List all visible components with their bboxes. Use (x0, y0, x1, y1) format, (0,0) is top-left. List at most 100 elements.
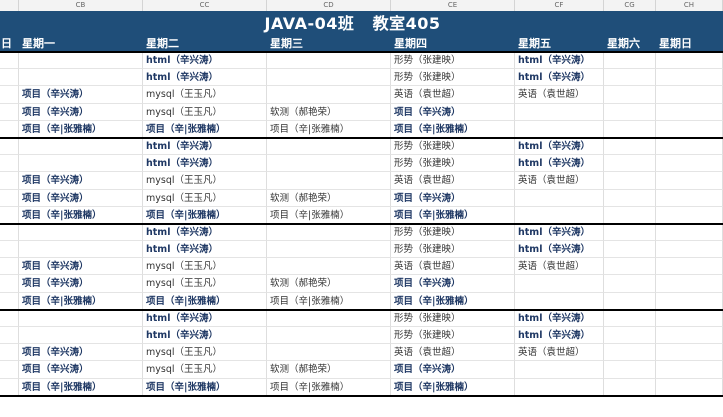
schedule-cell[interactable]: 项目（辛|张雅楠） (19, 378, 143, 396)
schedule-cell[interactable] (19, 241, 143, 259)
day-header-sunday-partial[interactable]: 日 (0, 36, 19, 52)
schedule-cell[interactable]: 项目（辛|张雅楠） (19, 292, 143, 310)
schedule-cell[interactable] (604, 344, 656, 362)
schedule-cell[interactable]: 软测（郝艳荣） (267, 189, 391, 207)
schedule-cell[interactable] (656, 309, 723, 327)
schedule-cell[interactable] (604, 292, 656, 310)
schedule-cell[interactable] (656, 327, 723, 345)
schedule-cell[interactable] (604, 378, 656, 396)
schedule-cell[interactable]: 项目（辛|张雅楠） (267, 120, 391, 138)
schedule-cell[interactable] (19, 223, 143, 242)
schedule-cell[interactable]: 英语（袁世超） (391, 258, 515, 276)
column-header-cf[interactable]: CF (515, 0, 604, 11)
schedule-cell[interactable]: 项目（辛兴涛） (391, 189, 515, 207)
schedule-cell[interactable]: 英语（袁世超） (515, 86, 604, 104)
schedule-cell[interactable] (604, 361, 656, 379)
schedule-cell[interactable]: html（辛兴涛） (515, 52, 604, 70)
schedule-cell[interactable]: 项目（辛|张雅楠） (267, 292, 391, 310)
schedule-cell[interactable] (267, 241, 391, 259)
schedule-cell[interactable]: 项目（辛兴涛） (19, 172, 143, 190)
day-header-thursday[interactable]: 星期四 (391, 36, 515, 52)
schedule-cell[interactable]: 项目（辛|张雅楠） (267, 378, 391, 396)
schedule-cell[interactable] (267, 86, 391, 104)
day-header-saturday[interactable]: 星期六 (604, 36, 656, 52)
schedule-cell[interactable] (267, 309, 391, 327)
schedule-cell[interactable]: 项目（辛兴涛） (19, 189, 143, 207)
schedule-cell[interactable]: mysql（王玉凡） (143, 361, 267, 379)
row-gutter-cell[interactable] (0, 309, 19, 327)
schedule-cell[interactable] (267, 155, 391, 173)
row-gutter-cell[interactable] (0, 189, 19, 207)
schedule-cell[interactable] (604, 275, 656, 293)
schedule-cell[interactable]: html（辛兴涛） (515, 69, 604, 87)
schedule-cell[interactable]: mysql（王玉凡） (143, 103, 267, 121)
schedule-cell[interactable] (656, 258, 723, 276)
schedule-cell[interactable]: 形势（张建映） (391, 155, 515, 173)
schedule-cell[interactable]: 项目（辛兴涛） (19, 361, 143, 379)
schedule-cell[interactable] (515, 275, 604, 293)
day-header-tuesday[interactable]: 星期二 (143, 36, 267, 52)
day-header-friday[interactable]: 星期五 (515, 36, 604, 52)
schedule-cell[interactable] (604, 206, 656, 224)
schedule-cell[interactable] (656, 378, 723, 396)
schedule-cell[interactable]: 英语（袁世超） (515, 172, 604, 190)
row-gutter-cell[interactable] (0, 206, 19, 224)
row-gutter-cell[interactable] (0, 103, 19, 121)
schedule-cell[interactable] (515, 206, 604, 224)
schedule-cell[interactable] (604, 223, 656, 242)
row-gutter-cell[interactable] (0, 275, 19, 293)
schedule-cell[interactable] (515, 103, 604, 121)
schedule-cell[interactable]: 项目（辛兴涛） (19, 86, 143, 104)
schedule-cell[interactable] (604, 103, 656, 121)
schedule-cell[interactable] (604, 155, 656, 173)
row-gutter-cell[interactable] (0, 86, 19, 104)
schedule-cell[interactable] (267, 52, 391, 70)
schedule-cell[interactable]: mysql（王玉凡） (143, 189, 267, 207)
schedule-cell[interactable] (604, 86, 656, 104)
row-gutter-cell[interactable] (0, 172, 19, 190)
schedule-cell[interactable] (604, 69, 656, 87)
schedule-cell[interactable]: 形势（张建映） (391, 241, 515, 259)
schedule-cell[interactable] (515, 378, 604, 396)
schedule-cell[interactable]: html（辛兴涛） (143, 241, 267, 259)
schedule-cell[interactable] (656, 361, 723, 379)
schedule-cell[interactable] (656, 86, 723, 104)
schedule-cell[interactable] (515, 120, 604, 138)
schedule-cell[interactable]: 项目（辛|张雅楠） (19, 206, 143, 224)
row-gutter-cell[interactable] (0, 258, 19, 276)
schedule-cell[interactable] (656, 52, 723, 70)
schedule-cell[interactable] (604, 137, 656, 156)
schedule-cell[interactable]: mysql（王玉凡） (143, 172, 267, 190)
schedule-cell[interactable]: html（辛兴涛） (143, 69, 267, 87)
schedule-cell[interactable]: html（辛兴涛） (515, 137, 604, 156)
schedule-cell[interactable] (267, 172, 391, 190)
column-header-cg[interactable]: CG (604, 0, 656, 11)
schedule-cell[interactable] (656, 292, 723, 310)
schedule-cell[interactable]: 项目（辛|张雅楠） (391, 378, 515, 396)
schedule-cell[interactable]: 项目（辛兴涛） (391, 275, 515, 293)
schedule-cell[interactable] (267, 137, 391, 156)
schedule-cell[interactable] (604, 327, 656, 345)
column-header-cc[interactable]: CC (143, 0, 267, 11)
schedule-cell[interactable] (515, 189, 604, 207)
schedule-cell[interactable] (604, 172, 656, 190)
schedule-cell[interactable] (19, 155, 143, 173)
schedule-cell[interactable]: mysql（王玉凡） (143, 258, 267, 276)
schedule-cell[interactable]: 形势（张建映） (391, 309, 515, 327)
schedule-cell[interactable]: html（辛兴涛） (143, 223, 267, 242)
row-gutter-cell[interactable] (0, 344, 19, 362)
schedule-cell[interactable] (19, 137, 143, 156)
row-gutter-cell[interactable] (0, 52, 19, 70)
schedule-cell[interactable]: 英语（袁世超） (515, 344, 604, 362)
schedule-cell[interactable]: 英语（袁世超） (515, 258, 604, 276)
row-gutter-cell[interactable] (0, 292, 19, 310)
schedule-cell[interactable] (19, 69, 143, 87)
row-gutter-cell[interactable] (0, 241, 19, 259)
schedule-cell[interactable]: mysql（王玉凡） (143, 275, 267, 293)
schedule-cell[interactable]: 项目（辛兴涛） (19, 344, 143, 362)
schedule-cell[interactable]: html（辛兴涛） (143, 137, 267, 156)
schedule-cell[interactable]: 形势（张建映） (391, 327, 515, 345)
schedule-cell[interactable]: html（辛兴涛） (515, 155, 604, 173)
schedule-cell[interactable] (267, 223, 391, 242)
schedule-cell[interactable]: 项目（辛|张雅楠） (143, 206, 267, 224)
